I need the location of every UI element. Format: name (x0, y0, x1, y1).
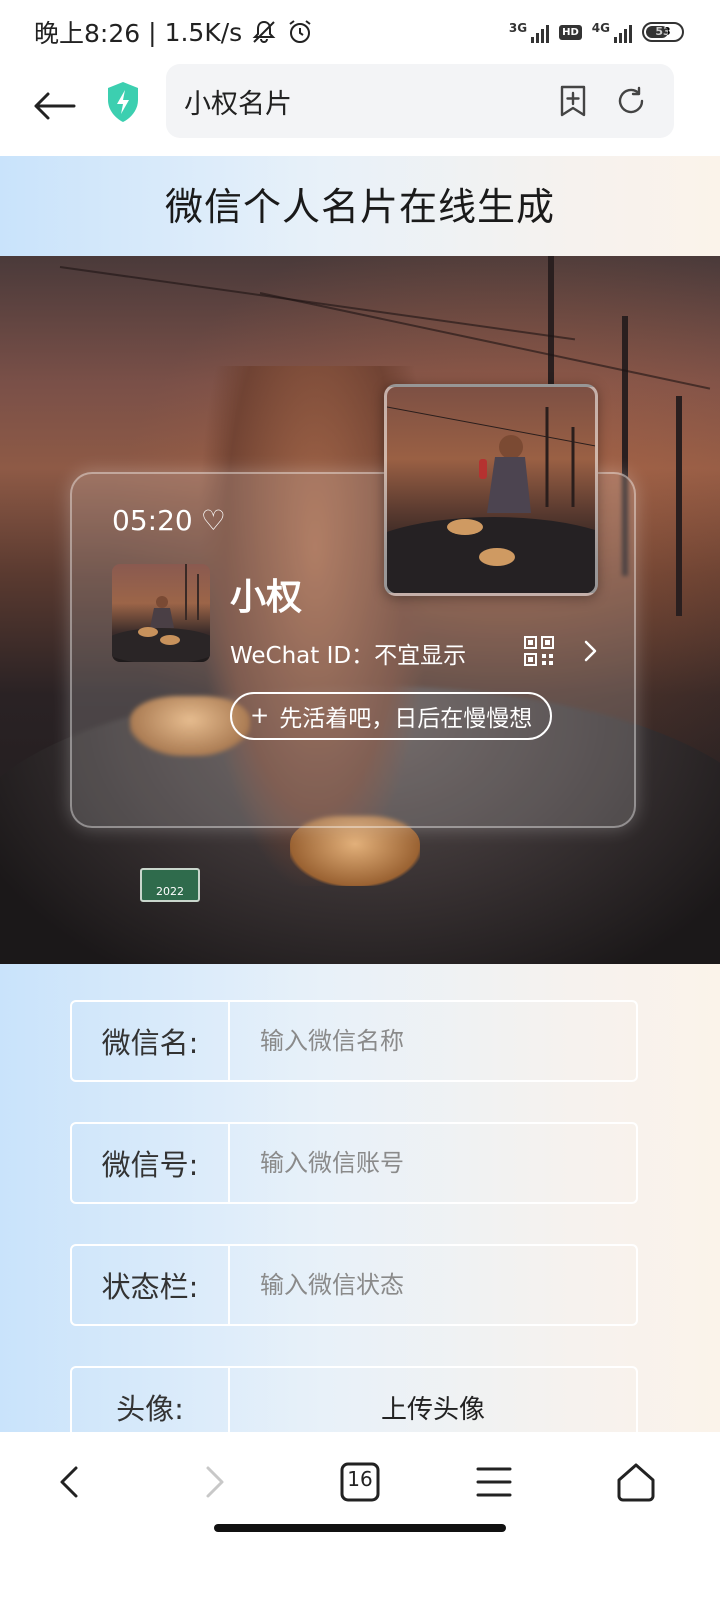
page-title-in-url: 小权名片 (184, 88, 292, 120)
back-button[interactable] (30, 82, 78, 130)
network-speed: 1.5K/s (164, 17, 243, 47)
home-indicator[interactable] (214, 1524, 506, 1532)
chevron-right-icon[interactable] (580, 636, 600, 666)
card-time: 05:20 ♡ (112, 504, 226, 537)
home-button[interactable] (608, 1454, 664, 1510)
status-divider: | (148, 17, 157, 47)
card-status-pill: + 先活着吧，日后在慢慢想 (230, 692, 553, 740)
card-wechat-id: WeChat ID：不宜显示 (230, 643, 467, 669)
nav-back-button[interactable] (42, 1454, 98, 1510)
signal-4g-icon: 4G (592, 21, 632, 43)
net-label-3g: 3G (508, 21, 528, 35)
alarm-icon (289, 20, 311, 43)
home-icon (617, 1463, 655, 1502)
menu-icon (476, 1467, 512, 1497)
chevron-left-icon (60, 1466, 78, 1498)
battery-icon: 53 (642, 22, 684, 42)
avatar-image (112, 564, 210, 662)
form-row-wechat-name: 微信名: (70, 1000, 638, 1082)
address-bar[interactable]: 小权名片 (166, 64, 674, 138)
battery-level: 53 (655, 25, 671, 38)
avatar (112, 564, 210, 662)
wechat-id-label: 微信号: (72, 1124, 230, 1202)
plus-icon: + (250, 703, 270, 729)
status-input[interactable] (230, 1246, 636, 1324)
security-shield-icon[interactable] (104, 80, 142, 124)
heart-icon: ♡ (200, 504, 226, 537)
status-right: 3G HD 4G 53 (509, 21, 684, 43)
browser-toolbar: 小权名片 (0, 64, 720, 156)
refresh-button[interactable] (612, 82, 650, 120)
refresh-icon (618, 86, 644, 114)
wechat-name-label: 微信名: (72, 1002, 230, 1080)
arrow-left-icon (34, 92, 76, 120)
chevron-right-icon (206, 1466, 224, 1498)
menu-button[interactable] (466, 1454, 522, 1510)
card-preview-background: 2022 05:20 ♡ 小权 WeChat ID：不宜显示 + 先活着吧，日后… (0, 256, 720, 964)
qr-code-icon[interactable] (524, 636, 554, 666)
browser-bottom-nav: 16 (0, 1432, 720, 1600)
mute-icon (252, 20, 276, 44)
nav-forward-button[interactable] (186, 1454, 242, 1510)
tabs-button[interactable]: 16 (332, 1454, 388, 1510)
license-plate: 2022 (140, 868, 200, 902)
page-content: 微信个人名片在线生成 2022 05:20 ♡ 小权 WeChat ID：不宜显… (0, 156, 720, 1456)
form-row-wechat-id: 微信号: (70, 1122, 638, 1204)
bookmark-add-icon (560, 85, 586, 117)
power-line (59, 266, 576, 341)
wechat-id-input[interactable] (230, 1124, 636, 1202)
plate-text: 2022 (156, 885, 184, 898)
status-time: 晚上8:26 (34, 19, 141, 48)
tab-count: 16 (347, 1467, 373, 1491)
status-bar: 晚上8:26 | 1.5K/s 3G HD 4G 53 (0, 0, 720, 64)
form-row-status: 状态栏: (70, 1244, 638, 1326)
bookmark-add-button[interactable] (554, 82, 592, 120)
signal-3g-icon: 3G (508, 21, 550, 43)
background-thumbnail[interactable] (384, 384, 598, 596)
card-status-text: 先活着吧，日后在慢慢想 (279, 706, 533, 732)
utility-pole (676, 396, 682, 616)
card-name: 小权 (230, 577, 303, 618)
status-left: 晚上8:26 | 1.5K/s (34, 14, 314, 50)
page-heading: 微信个人名片在线生成 (164, 185, 555, 229)
wechat-name-input[interactable] (230, 1002, 636, 1080)
net-label-4g: 4G (591, 21, 610, 35)
status-label: 状态栏: (72, 1246, 230, 1324)
hd-badge: HD (559, 24, 582, 40)
card-time-text: 05:20 (112, 504, 193, 537)
thumbnail-image (387, 406, 595, 593)
